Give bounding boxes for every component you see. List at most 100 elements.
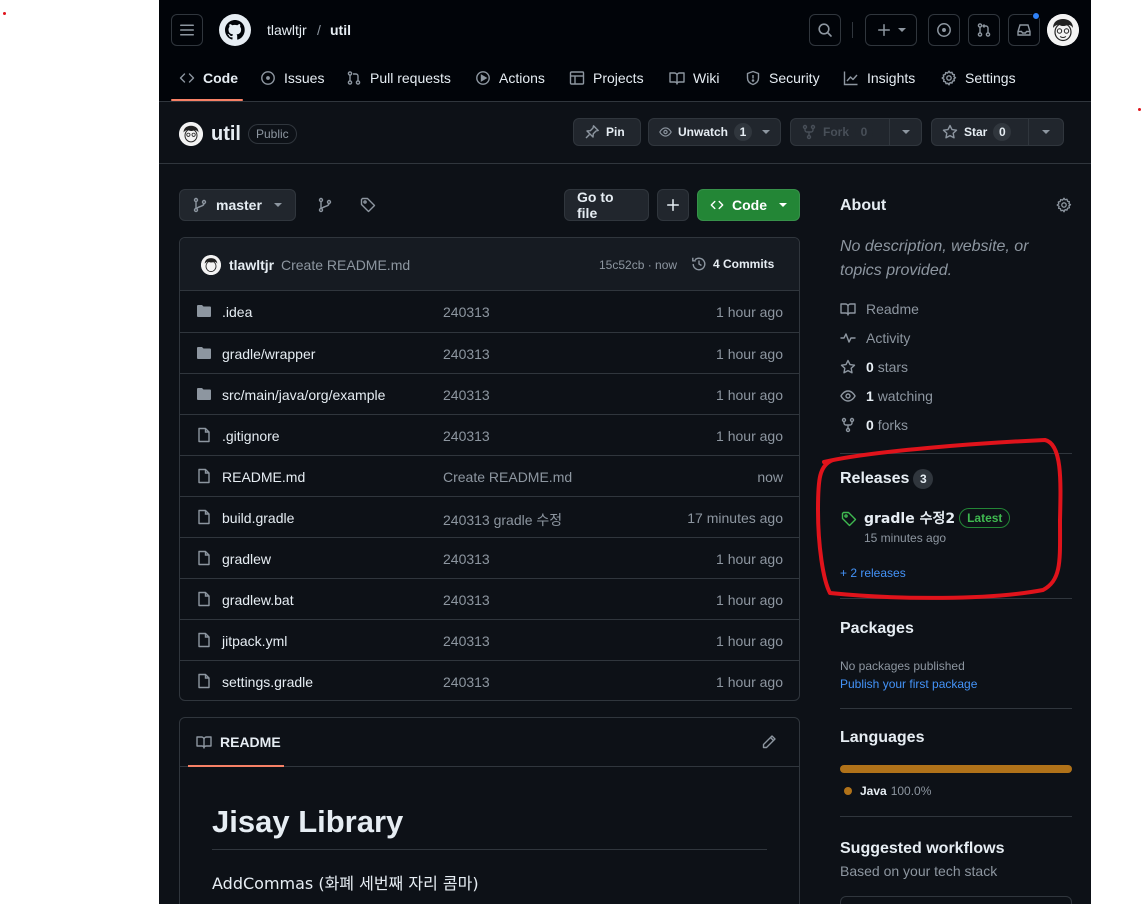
file-row[interactable]: .idea 240313 1 hour ago [180, 291, 799, 332]
file-icon [198, 673, 210, 689]
tab-issues[interactable]: Issues [260, 66, 324, 90]
code-dropdown-button[interactable]: Code [697, 189, 800, 221]
watching-count: 1 [866, 388, 874, 404]
file-commit-message[interactable]: 240313 [443, 592, 490, 608]
file-commit-message[interactable]: Create README.md [443, 469, 572, 485]
file-commit-message[interactable]: 240313 [443, 346, 490, 362]
file-name[interactable]: README.md [222, 469, 305, 485]
forks-link[interactable]: 0 forks [840, 417, 908, 433]
tab-code[interactable]: Code [179, 66, 238, 90]
tab-projects[interactable]: Projects [569, 66, 644, 90]
file-row[interactable]: gradlew.bat 240313 1 hour ago [180, 578, 799, 619]
star-icon [840, 359, 856, 374]
commit-sha-time[interactable]: 15c52cb · now [599, 258, 677, 272]
readme-tab[interactable]: README [196, 734, 281, 750]
breadcrumb-separator: / [317, 22, 321, 38]
commit-author[interactable]: tlawltjr [229, 257, 274, 273]
file-name[interactable]: build.gradle [222, 510, 294, 526]
commits-link[interactable]: 4 Commits [691, 256, 774, 272]
file-row[interactable]: .gitignore 240313 1 hour ago [180, 414, 799, 455]
pencil-icon[interactable] [761, 734, 777, 750]
folder-icon [197, 305, 211, 317]
file-commit-message[interactable]: 240313 [443, 304, 490, 320]
gear-icon[interactable] [1056, 197, 1072, 213]
file-row[interactable]: jitpack.yml 240313 1 hour ago [180, 619, 799, 660]
unwatch-button[interactable]: Unwatch 1 [648, 118, 781, 146]
tab-wiki[interactable]: Wiki [669, 66, 719, 90]
file-commit-message[interactable]: 240313 [443, 428, 490, 444]
readme-link[interactable]: Readme [840, 301, 919, 317]
branches-icon[interactable] [317, 197, 333, 213]
pin-button[interactable]: Pin [573, 118, 641, 146]
add-file-button[interactable] [657, 189, 689, 221]
file-name[interactable]: .gitignore [222, 428, 280, 444]
file-commit-message[interactable]: 240313 [443, 387, 490, 403]
publish-package-link[interactable]: Publish your first package [840, 677, 977, 691]
repo-header: util Public Pin Unwatch 1 Fork 0 Star 0 [159, 102, 1091, 164]
file-name[interactable]: settings.gradle [222, 674, 313, 690]
fork-button[interactable]: Fork 0 [790, 118, 890, 146]
commit-author-avatar[interactable] [201, 255, 221, 275]
readme-panel: README Jisay Library AddCommas (화폐 세번째 자… [179, 717, 800, 904]
search-button[interactable] [809, 14, 841, 46]
file-name[interactable]: gradle/wrapper [222, 346, 315, 362]
github-logo-icon[interactable] [219, 14, 251, 46]
tab-settings[interactable]: Settings [941, 66, 1016, 90]
go-to-file-button[interactable]: Go to file [564, 189, 649, 221]
file-name[interactable]: gradlew.bat [222, 592, 294, 608]
tab-security[interactable]: Security [745, 66, 820, 90]
tab-actions[interactable]: Actions [475, 66, 545, 90]
watching-label: watching [877, 388, 933, 404]
more-releases-link[interactable]: + 2 releases [840, 566, 906, 580]
star-dropdown-button[interactable] [1028, 118, 1064, 146]
issues-button[interactable] [928, 14, 960, 46]
menu-button[interactable] [171, 14, 203, 46]
file-commit-message[interactable]: 240313 [443, 551, 490, 567]
activity-link[interactable]: Activity [840, 330, 910, 346]
pull-requests-button[interactable] [968, 14, 1000, 46]
chevron-down-icon [779, 203, 787, 207]
commit-message[interactable]: Create README.md [281, 257, 410, 273]
file-name[interactable]: src/main/java/org/example [222, 387, 385, 403]
issue-icon [937, 23, 951, 37]
packages-title[interactable]: Packages [840, 620, 914, 638]
user-avatar[interactable] [1047, 14, 1079, 46]
folder-icon [197, 347, 211, 359]
issue-icon [261, 71, 275, 85]
file-row[interactable]: gradle/wrapper 240313 1 hour ago [180, 332, 799, 373]
create-new-button[interactable] [865, 14, 917, 46]
releases-title[interactable]: Releases 3 [840, 469, 934, 489]
owner-link[interactable]: tlawltjr [267, 22, 307, 38]
file-commit-message[interactable]: 240313 [443, 633, 490, 649]
tab-insights[interactable]: Insights [843, 66, 915, 90]
branch-selector[interactable]: master [179, 189, 296, 221]
fork-dropdown-button[interactable] [889, 118, 922, 146]
file-name[interactable]: jitpack.yml [222, 633, 287, 649]
language-item[interactable]: Java 100.0% [844, 784, 931, 798]
tab-label: Projects [593, 70, 644, 86]
book-icon [196, 736, 212, 749]
repo-title[interactable]: util [211, 123, 241, 146]
tab-pull-requests[interactable]: Pull requests [346, 66, 451, 90]
gear-icon [941, 70, 957, 86]
file-commit-message[interactable]: 240313 [443, 674, 490, 690]
tag-icon[interactable] [360, 197, 376, 213]
repo-owner-avatar[interactable] [179, 122, 203, 146]
file-row[interactable]: README.md Create README.md now [180, 455, 799, 496]
stars-link[interactable]: 0 stars [840, 359, 908, 375]
file-commit-age: 1 hour ago [716, 387, 783, 403]
latest-release[interactable]: gradle 수정2 Latest [864, 508, 1011, 528]
book-icon [669, 72, 685, 85]
file-commit-message[interactable]: 240313 gradle 수정 [443, 510, 562, 530]
star-button[interactable]: Star 0 [931, 118, 1029, 146]
repo-link[interactable]: util [330, 22, 351, 38]
file-row[interactable]: build.gradle 240313 gradle 수정 17 minutes a… [180, 496, 799, 537]
file-row[interactable]: src/main/java/org/example 240313 1 hour ag… [180, 373, 799, 414]
file-row[interactable]: settings.gradle 240313 1 hour ago [180, 660, 799, 700]
watching-link[interactable]: 1 watching [840, 388, 933, 404]
file-name[interactable]: .idea [222, 304, 252, 320]
star-count: 0 [993, 123, 1012, 141]
file-name[interactable]: gradlew [222, 551, 271, 567]
file-row[interactable]: gradlew 240313 1 hour ago [180, 537, 799, 578]
active-tab-underline [171, 99, 243, 101]
